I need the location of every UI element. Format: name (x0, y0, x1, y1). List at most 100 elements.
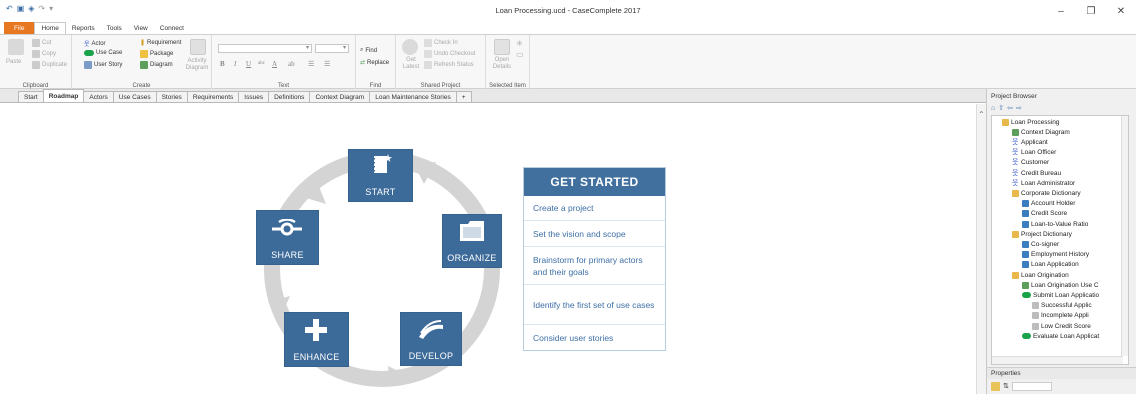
tab-use-cases[interactable]: Use Cases (112, 91, 157, 102)
undo-checkout-button[interactable]: Undo Checkout (424, 50, 475, 58)
home-icon[interactable]: ⌂ (991, 105, 995, 112)
sort-alpha-icon[interactable]: ⇅ (1003, 382, 1009, 390)
underline-icon[interactable]: U (246, 60, 251, 68)
tree-item[interactable]: 웃 Loan Administrator (1012, 178, 1075, 188)
tree-item[interactable]: 웃 Customer (1012, 158, 1049, 168)
use-case-button[interactable]: Use Case (84, 50, 122, 56)
paste-button[interactable]: Paste (6, 59, 21, 65)
tree-item[interactable]: Corporate Dictionary (1012, 188, 1081, 198)
tree-item[interactable]: Evaluate Loan Applicat (1022, 331, 1099, 341)
cut-button[interactable]: Cut (32, 39, 51, 47)
find-button[interactable]: ⌕ Find (360, 47, 377, 54)
close-icon[interactable]: ✕ (1106, 0, 1136, 22)
canvas-vertical-scrollbar[interactable]: ⌃ (976, 104, 986, 394)
duplicate-button[interactable]: Duplicate (32, 61, 67, 69)
minimize-icon[interactable]: – (1046, 0, 1076, 22)
scenario-icon (1032, 322, 1039, 330)
tab-definitions[interactable]: Definitions (268, 91, 311, 102)
highlight-icon[interactable]: ab (288, 60, 295, 68)
actor-button[interactable]: 웃 Actor (84, 39, 106, 49)
activity-diagram-button[interactable]: Activity Diagram (183, 58, 211, 72)
font-family-combo[interactable] (218, 44, 312, 53)
refresh-status-button[interactable]: Refresh Status (424, 61, 474, 69)
delete-icon[interactable]: ▭ (516, 50, 524, 59)
strikethrough-icon[interactable]: abc (258, 61, 265, 66)
font-color-icon[interactable]: A (272, 60, 277, 68)
tab-loan-maintenance-stories[interactable]: Loan Maintenance Stories (369, 91, 457, 102)
tree-item[interactable]: Account Holder (1022, 199, 1075, 209)
open-details-button[interactable]: Open Details (490, 57, 514, 71)
tab-connect[interactable]: Connect (154, 22, 190, 34)
tree-item[interactable]: Context Diagram (1012, 127, 1070, 137)
get-started-link[interactable]: Brainstorm for primary actors and their … (524, 247, 665, 285)
get-latest-button[interactable]: Get Latest (400, 57, 422, 71)
file-tab[interactable]: File (4, 22, 35, 34)
get-started-link[interactable]: Consider user stories (524, 325, 665, 350)
requirement-button[interactable]: ❚ Requirement (140, 39, 181, 47)
tree-item[interactable]: Low Credit Score (1032, 321, 1091, 331)
get-started-link[interactable]: Identify the first set of use cases (524, 285, 665, 325)
italic-icon[interactable]: I (234, 60, 236, 68)
tree-item[interactable]: Employment History (1022, 250, 1089, 260)
customize-qat-icon[interactable]: ▾ (49, 4, 53, 13)
bullets-icon[interactable]: ☰ (308, 60, 314, 68)
check-in-button[interactable]: Check In (424, 39, 458, 47)
package-button[interactable]: Package (140, 50, 173, 58)
get-started-link[interactable]: Set the vision and scope (524, 221, 665, 247)
diagram-button[interactable]: Diagram (140, 61, 173, 69)
copy-button[interactable]: Copy (32, 50, 56, 58)
tree-item[interactable]: 웃 Loan Officer (1012, 148, 1056, 158)
pin-icon[interactable]: ✳ (516, 39, 523, 48)
undo-icon[interactable]: ↶ (6, 4, 13, 13)
tab-issues[interactable]: Issues (238, 91, 270, 102)
tree-item[interactable]: Loan Processing (1002, 117, 1059, 127)
tree-item[interactable]: Submit Loan Applicatio (1022, 290, 1099, 300)
numbering-icon[interactable]: ☰ (324, 60, 330, 68)
copy-icon (32, 50, 40, 58)
up-icon[interactable]: ⇧ (998, 104, 1004, 112)
tree-item[interactable]: Loan Origination (1012, 270, 1069, 280)
tab-view[interactable]: View (128, 22, 154, 34)
tab-home[interactable]: Home (34, 22, 66, 34)
share-tile[interactable]: SHARE (257, 211, 318, 264)
tree-item[interactable]: Project Dictionary (1012, 229, 1072, 239)
restore-icon[interactable]: ❐ (1076, 0, 1106, 22)
tab-roadmap[interactable]: Roadmap (42, 89, 85, 102)
tab-reports[interactable]: Reports (66, 22, 101, 34)
replace-button[interactable]: ⇄ Replace (360, 59, 389, 67)
tree-horizontal-scrollbar[interactable] (992, 356, 1123, 364)
tree-vertical-scrollbar[interactable] (1121, 116, 1128, 356)
scroll-up-icon[interactable]: ⌃ (978, 110, 985, 119)
tab-context-diagram[interactable]: Context Diagram (309, 91, 371, 102)
tree-item[interactable]: Loan Application (1022, 260, 1079, 270)
enhance-tile[interactable]: ENHANCE (285, 313, 348, 366)
tree-item[interactable]: Credit Score (1022, 209, 1067, 219)
tab-stories[interactable]: Stories (155, 91, 188, 102)
tree-item[interactable]: Loan-to-Value Ratio (1022, 219, 1088, 229)
bold-icon[interactable]: B (220, 60, 225, 68)
user-story-button[interactable]: User Story (84, 61, 122, 69)
tree-item[interactable]: Successful Applic (1032, 301, 1092, 311)
tab-actors[interactable]: Actors (83, 91, 114, 102)
tree-item[interactable]: 웃 Credit Bureau (1012, 168, 1061, 178)
font-size-combo[interactable] (315, 44, 349, 53)
glossary-icon (1022, 220, 1029, 228)
forward-icon[interactable]: ⇨ (1016, 104, 1022, 112)
tab-start[interactable]: Start (18, 91, 44, 102)
new-icon[interactable]: ◈ (28, 4, 34, 13)
tab-tools[interactable]: Tools (101, 22, 128, 34)
tab-requirements[interactable]: Requirements (186, 91, 240, 102)
tree-item[interactable]: Incomplete Appli (1032, 311, 1089, 321)
develop-tile[interactable]: DEVELOP (401, 313, 461, 365)
tree-item[interactable]: Loan Origination Use C (1022, 280, 1099, 290)
add-tab-button[interactable]: + (455, 91, 472, 102)
redo-icon[interactable]: ↷ (38, 4, 45, 13)
back-icon[interactable]: ⇦ (1007, 104, 1013, 112)
start-tile[interactable]: START (349, 150, 412, 201)
save-icon[interactable]: ▣ (17, 4, 25, 13)
get-started-link[interactable]: Create a project (524, 196, 665, 221)
organize-tile[interactable]: ORGANIZE (443, 215, 501, 267)
tree-item[interactable]: 웃 Applicant (1012, 137, 1048, 147)
categorized-icon[interactable] (991, 381, 1000, 391)
tree-item[interactable]: Co-signer (1022, 239, 1059, 249)
